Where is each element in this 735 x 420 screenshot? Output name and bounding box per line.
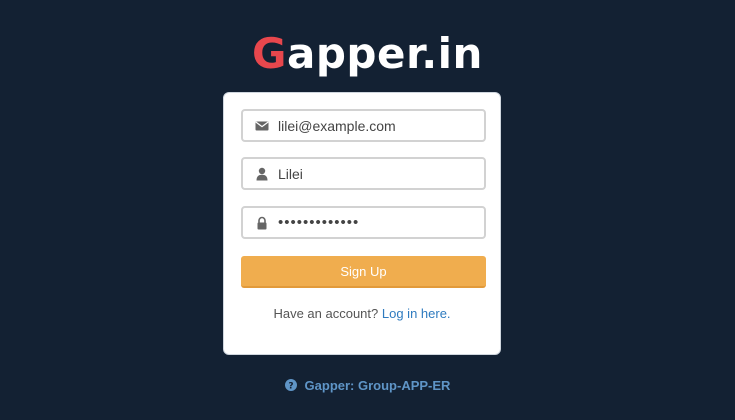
logo-first-letter: G: [252, 29, 288, 78]
login-prompt: Have an account? Log in here.: [224, 306, 500, 321]
email-input[interactable]: [278, 111, 478, 140]
name-field[interactable]: [241, 157, 486, 190]
logo-rest: apper.in: [287, 29, 483, 78]
email-field[interactable]: [241, 109, 486, 142]
footer-link[interactable]: ? Gapper: Group-APP-ER: [0, 378, 735, 393]
login-link[interactable]: Log in here.: [382, 306, 451, 321]
footer-text[interactable]: Gapper: Group-APP-ER: [305, 378, 451, 393]
app-logo: Gapper.in: [0, 28, 735, 80]
lock-icon: [257, 216, 267, 230]
svg-text:?: ?: [288, 382, 293, 392]
signup-button[interactable]: Sign Up: [241, 256, 486, 288]
signup-card: Sign Up Have an account? Log in here.: [223, 92, 501, 355]
password-field[interactable]: [241, 206, 486, 239]
password-input[interactable]: [278, 208, 478, 237]
question-circle-icon: ?: [284, 379, 297, 392]
user-icon: [256, 167, 268, 181]
envelope-icon: [255, 121, 269, 131]
page: Gapper.in Sign Up Have an: [0, 0, 735, 420]
name-input[interactable]: [278, 159, 478, 188]
account-prompt-text: Have an account?: [273, 306, 379, 321]
